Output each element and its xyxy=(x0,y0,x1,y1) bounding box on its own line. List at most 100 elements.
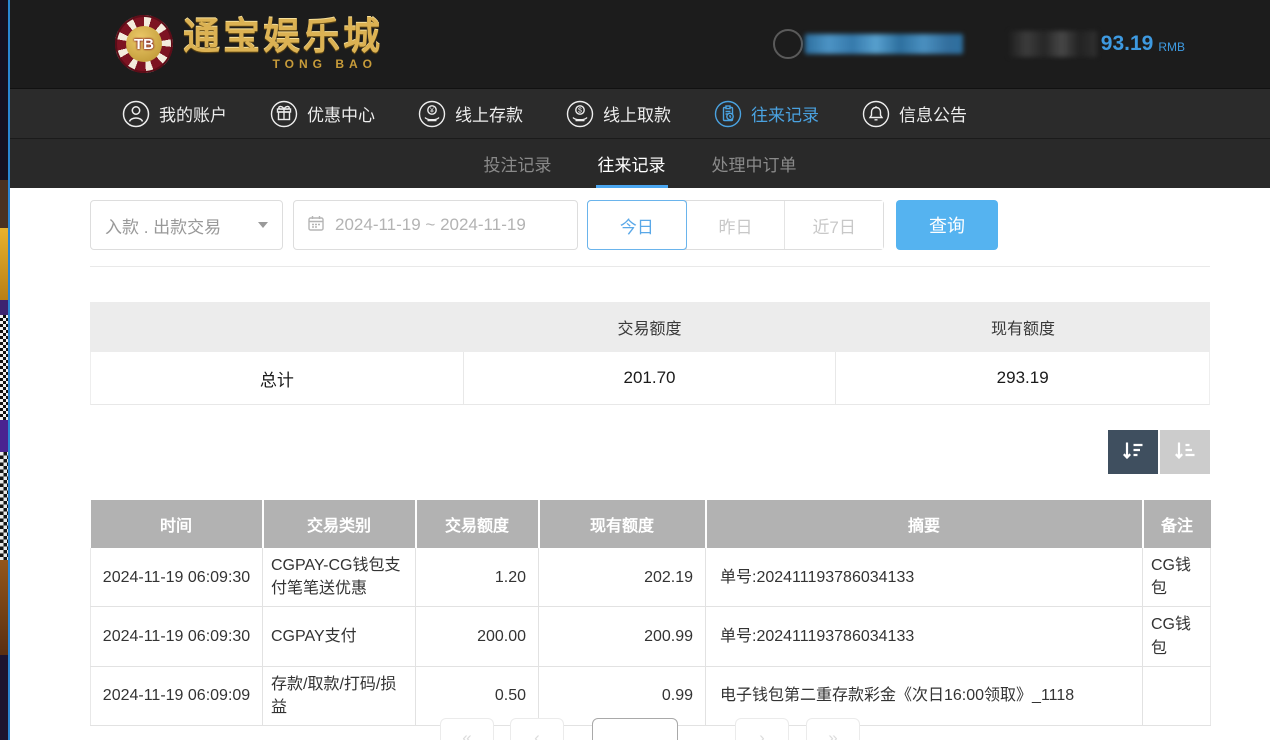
nav-item-label: 优惠中心 xyxy=(307,101,375,126)
avatar xyxy=(773,29,803,59)
cell-time: 2024-11-19 06:09:30 xyxy=(91,607,263,666)
summary-total-row: 总计 201.70 293.19 xyxy=(90,352,1210,405)
nav-item-promotions[interactable]: 优惠中心 xyxy=(270,100,375,128)
account-info: 93.19 RMB xyxy=(773,29,1185,59)
cell-time: 2024-11-19 06:09:09 xyxy=(91,666,263,725)
top-header: TB 通宝娱乐城 TONG BAO 93.19 RMB xyxy=(10,0,1270,88)
cell-current-balance: 0.99 xyxy=(539,666,706,725)
logo-subtitle: TONG BAO xyxy=(273,57,383,71)
nav-item-label: 线上存款 xyxy=(455,101,523,126)
range-yesterday-button[interactable]: 昨日 xyxy=(686,201,786,249)
user-icon xyxy=(122,100,150,128)
summary-total-transaction: 201.70 xyxy=(463,352,836,404)
strip-segment xyxy=(0,560,8,655)
summary-header-transaction: 交易额度 xyxy=(463,302,836,352)
balance-amount: 93.19 xyxy=(1101,32,1154,56)
calendar-icon xyxy=(306,213,326,238)
strip-segment xyxy=(0,300,8,315)
col-transaction-amount: 交易额度 xyxy=(416,500,539,548)
page: TB 通宝娱乐城 TONG BAO 93.19 RMB 我 xyxy=(10,0,1270,740)
table-row: 2024-11-19 06:09:30 CGPAY-CG钱包支付笔笔送优惠 1.… xyxy=(91,548,1211,607)
cell-transaction-amount: 0.50 xyxy=(416,666,539,725)
sub-nav: 投注记录 往来记录 处理中订单 xyxy=(10,138,1270,188)
gift-icon xyxy=(270,100,298,128)
username-blurred xyxy=(805,34,963,54)
pagination: « ‹ › » xyxy=(440,718,860,740)
nav-item-withdraw[interactable]: $ 线上取款 xyxy=(566,100,671,128)
cell-type: 存款/取款/打码/损益 xyxy=(263,666,416,725)
col-time: 时间 xyxy=(91,500,263,548)
next-page-button[interactable]: › xyxy=(735,718,789,740)
cell-current-balance: 202.19 xyxy=(539,548,706,607)
nav-item-my-account[interactable]: 我的账户 xyxy=(122,100,227,128)
col-summary: 摘要 xyxy=(706,500,1143,548)
qr-code-sliver xyxy=(0,315,8,420)
casino-chip-icon: TB xyxy=(115,15,173,73)
summary-table: 交易额度 现有额度 总计 201.70 293.19 xyxy=(90,302,1210,405)
nav-item-label: 信息公告 xyxy=(899,101,967,126)
balance-currency: RMB xyxy=(1158,34,1185,54)
tab-pending-orders[interactable]: 处理中订单 xyxy=(710,139,799,188)
table-row: 2024-11-19 06:09:09 存款/取款/打码/损益 0.50 0.9… xyxy=(91,666,1211,725)
logo-title: 通宝娱乐城 xyxy=(183,18,383,55)
nav-item-announcements[interactable]: 信息公告 xyxy=(862,100,967,128)
cell-transaction-amount: 1.20 xyxy=(416,548,539,607)
col-type: 交易类别 xyxy=(263,500,416,548)
sort-descending-button[interactable] xyxy=(1108,430,1158,474)
qr-code-sliver xyxy=(0,452,8,560)
col-current-balance: 现有额度 xyxy=(539,500,706,548)
strip-segment xyxy=(0,655,8,740)
first-page-button[interactable]: « xyxy=(440,718,494,740)
select-value: 入款 . 出款交易 xyxy=(105,213,221,238)
range-last7days-button[interactable]: 近7日 xyxy=(785,201,883,249)
range-today-button[interactable]: 今日 xyxy=(587,200,687,250)
last-page-button[interactable]: » xyxy=(806,718,860,740)
nav-item-transactions[interactable]: 往来记录 xyxy=(714,100,819,128)
withdraw-icon: $ xyxy=(566,100,594,128)
cell-summary: 单号:202411193786034133 xyxy=(706,607,1143,666)
date-range-picker[interactable]: 2024-11-19 ~ 2024-11-19 xyxy=(293,200,578,250)
strip-segment xyxy=(0,228,8,300)
deposit-icon: ¥ xyxy=(418,100,446,128)
table-header-row: 时间 交易类别 交易额度 现有额度 摘要 备注 xyxy=(91,500,1211,548)
nav-item-label: 我的账户 xyxy=(159,101,227,126)
quick-range-group: 今日 昨日 近7日 xyxy=(587,200,884,250)
main-nav: 我的账户 优惠中心 ¥ 线上存款 $ 线上取款 xyxy=(10,88,1270,138)
balance-prefix-blurred xyxy=(1009,31,1097,57)
nav-item-deposit[interactable]: ¥ 线上存款 xyxy=(418,100,523,128)
background-window-strip xyxy=(0,0,10,740)
prev-page-button[interactable]: ‹ xyxy=(510,718,564,740)
date-range-value: 2024-11-19 ~ 2024-11-19 xyxy=(335,215,526,235)
cell-remark: CG钱包 xyxy=(1143,607,1211,666)
summary-header-row: 交易额度 现有额度 xyxy=(90,302,1210,352)
nav-item-label: 线上取款 xyxy=(603,101,671,126)
cell-remark xyxy=(1143,666,1211,725)
tab-transaction-records[interactable]: 往来记录 xyxy=(596,139,668,188)
logo-text: 通宝娱乐城 TONG BAO xyxy=(183,18,383,71)
summary-total-balance: 293.19 xyxy=(835,352,1209,404)
sort-ascending-icon xyxy=(1171,437,1199,468)
chip-label: TB xyxy=(126,26,162,62)
search-button[interactable]: 查询 xyxy=(896,200,998,250)
page-number-input[interactable] xyxy=(592,718,678,740)
svg-text:¥: ¥ xyxy=(430,107,434,114)
logo[interactable]: TB 通宝娱乐城 TONG BAO xyxy=(115,15,383,73)
cell-remark: CG钱包 xyxy=(1143,548,1211,607)
summary-total-label: 总计 xyxy=(91,352,463,404)
divider xyxy=(90,266,1210,267)
cell-time: 2024-11-19 06:09:30 xyxy=(91,548,263,607)
tab-label: 投注记录 xyxy=(484,151,552,176)
cell-transaction-amount: 200.00 xyxy=(416,607,539,666)
sort-ascending-button[interactable] xyxy=(1160,430,1210,474)
table-row: 2024-11-19 06:09:30 CGPAY支付 200.00 200.9… xyxy=(91,607,1211,666)
records-table: 时间 交易类别 交易额度 现有额度 摘要 备注 2024-11-19 06:09… xyxy=(90,500,1210,726)
chevron-down-icon xyxy=(258,222,268,228)
screen: TB 通宝娱乐城 TONG BAO 93.19 RMB 我 xyxy=(0,0,1270,740)
sort-controls xyxy=(1108,430,1210,474)
svg-text:$: $ xyxy=(578,107,582,114)
cell-summary: 电子钱包第二重存款彩金《次日16:00领取》_1118 xyxy=(706,666,1143,725)
cell-current-balance: 200.99 xyxy=(539,607,706,666)
tab-bet-records[interactable]: 投注记录 xyxy=(482,139,554,188)
transaction-type-select[interactable]: 入款 . 出款交易 xyxy=(90,200,283,250)
cell-type: CGPAY支付 xyxy=(263,607,416,666)
